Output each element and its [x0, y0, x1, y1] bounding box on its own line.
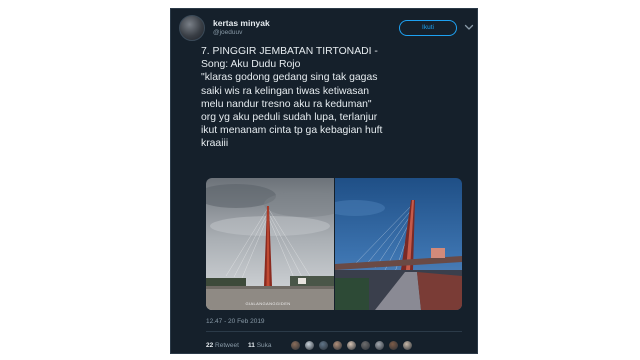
liker-avatar[interactable]: [332, 340, 343, 351]
like-count: 11: [248, 342, 255, 349]
tweet-line: org yg aku peduli sudah lupa, terlanjur: [201, 112, 378, 124]
liker-avatar[interactable]: [402, 340, 413, 351]
liker-avatar[interactable]: [388, 340, 399, 351]
tweet-line: Song: Aku Dudu Rojo: [201, 59, 301, 71]
tweet-line: saiki wis ra kelingan tiwas ketiwasan: [201, 85, 370, 97]
follow-button[interactable]: Ikuti: [399, 20, 457, 36]
like-label: Suka: [256, 342, 272, 349]
tweet-text: 7. PINGGIR JEMBATAN TIRTONADI - Song: Ak…: [201, 45, 475, 151]
chevron-down-icon[interactable]: [462, 20, 476, 34]
retweet-label: Retweet: [215, 342, 239, 349]
tweet-line: kraaiii: [201, 138, 229, 150]
user-name[interactable]: kertas minyak: [213, 18, 270, 28]
retweet-stat[interactable]: 22 Retweet: [206, 342, 239, 349]
retweet-count: 22: [206, 342, 214, 349]
tweet-line: melu nandur tresno aku ra keduman": [201, 98, 372, 110]
liker-avatar[interactable]: [346, 340, 357, 351]
liker-avatar[interactable]: [290, 340, 301, 351]
tweet-line: ikut menanam cinta tp ga kebagian huft: [201, 125, 383, 137]
photo-watermark: GIALANGANGGIDEN: [245, 301, 290, 306]
media-photo-1[interactable]: GIALANGANGGIDEN: [206, 178, 334, 310]
tweet-line: "klaras godong gedang sing tak gagas: [201, 72, 378, 84]
user-handle[interactable]: @joeduuv: [213, 29, 242, 36]
liker-avatar[interactable]: [374, 340, 385, 351]
liker-avatars: [290, 340, 430, 352]
tweet-line: 7. PINGGIR JEMBATAN TIRTONADI -: [201, 46, 378, 57]
liker-avatar[interactable]: [360, 340, 371, 351]
tweet-card: kertas minyak @joeduuv Ikuti 7. PINGGIR …: [170, 8, 478, 354]
like-stat[interactable]: 11 Suka: [248, 342, 272, 349]
liker-avatar[interactable]: [304, 340, 315, 351]
avatar[interactable]: [179, 15, 205, 41]
tweet-media[interactable]: GIALANGANGGIDEN: [206, 178, 462, 310]
stats-divider: [206, 331, 462, 332]
tweet-timestamp[interactable]: 12.47 - 20 Feb 2019: [206, 318, 265, 325]
tweet-header: kertas minyak @joeduuv Ikuti: [179, 15, 474, 45]
liker-avatar[interactable]: [318, 340, 329, 351]
media-photo-2[interactable]: [335, 178, 462, 310]
